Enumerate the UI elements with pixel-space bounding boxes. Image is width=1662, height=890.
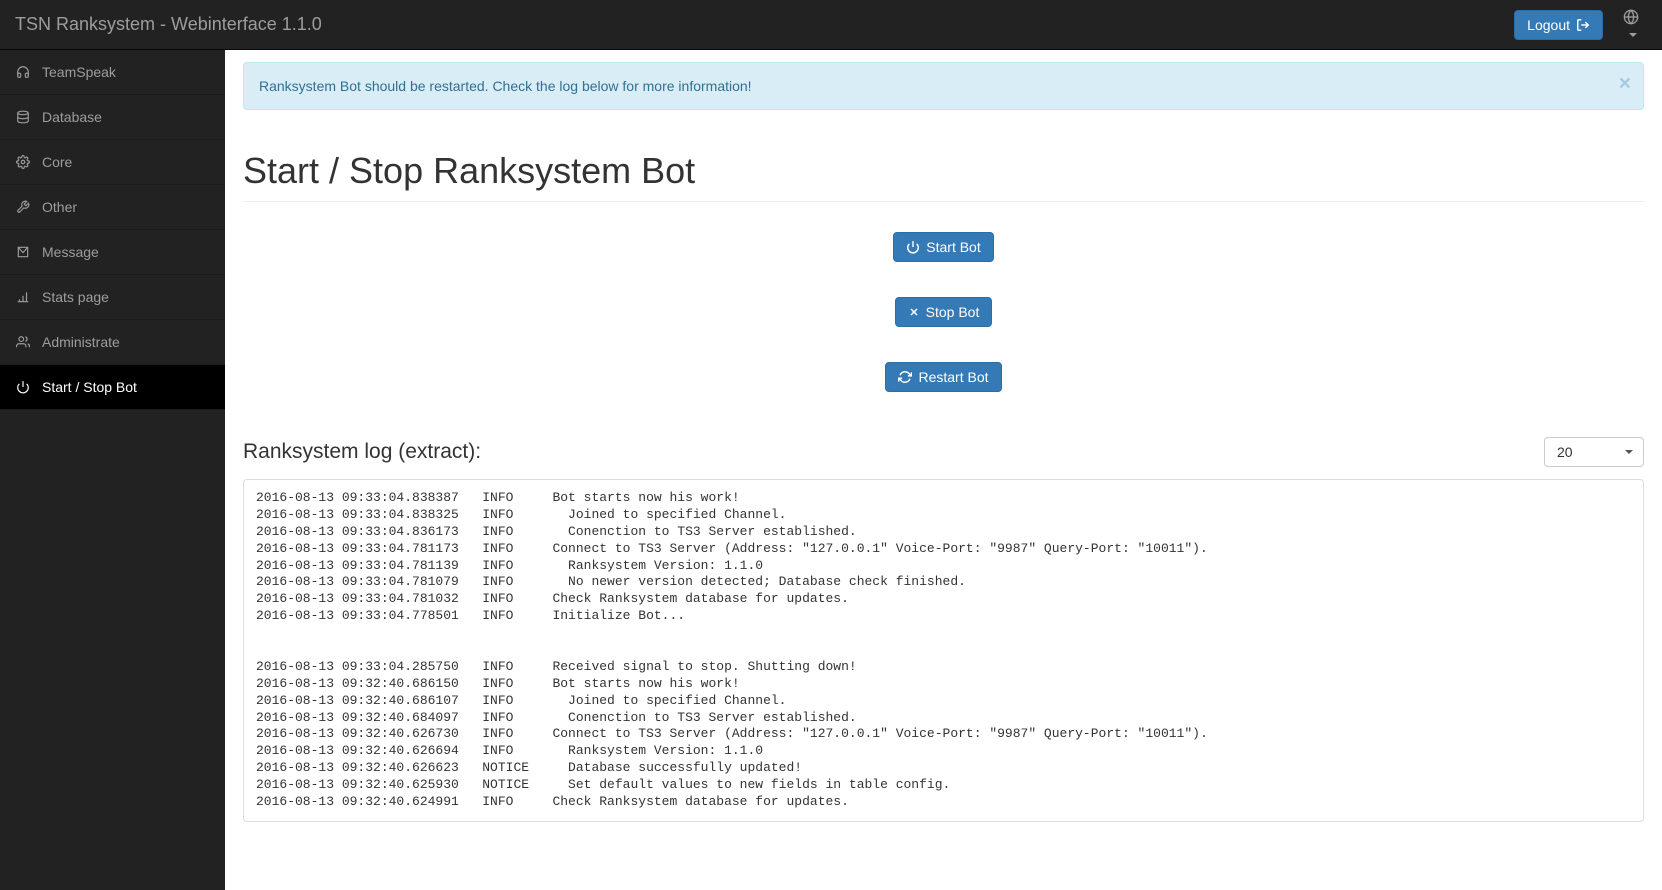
main-content: Ranksystem Bot should be restarted. Chec… — [225, 50, 1662, 890]
envelope-icon — [16, 245, 32, 259]
wrench-icon — [16, 200, 32, 214]
stop-bot-label: Stop Bot — [926, 304, 980, 320]
sidebar-item-label: Core — [42, 154, 72, 170]
close-icon — [908, 306, 920, 318]
sidebar-item-database[interactable]: Database — [0, 95, 225, 140]
stop-bot-button[interactable]: Stop Bot — [895, 297, 993, 327]
sidebar-item-message[interactable]: Message — [0, 230, 225, 275]
sidebar-item-label: TeamSpeak — [42, 64, 116, 80]
log-panel: 2016-08-13 09:33:04.838387 INFO Bot star… — [243, 479, 1644, 822]
sidebar-item-administrate[interactable]: Administrate — [0, 320, 225, 365]
log-header: Ranksystem log (extract): 20 — [243, 437, 1644, 467]
cogs-icon — [16, 155, 32, 169]
alert-text: Ranksystem Bot should be restarted. Chec… — [259, 78, 752, 94]
sidebar-item-other[interactable]: Other — [0, 185, 225, 230]
start-bot-button[interactable]: Start Bot — [893, 232, 993, 262]
sidebar-item-stats[interactable]: Stats page — [0, 275, 225, 320]
navbar-right: Logout — [1514, 3, 1647, 46]
sidebar-item-core[interactable]: Core — [0, 140, 225, 185]
sidebar-item-label: Message — [42, 244, 99, 260]
sidebar-item-label: Administrate — [42, 334, 120, 350]
navbar: TSN Ranksystem - Webinterface 1.1.0 Logo… — [0, 0, 1662, 50]
sidebar-item-label: Start / Stop Bot — [42, 379, 137, 395]
alert-close-button[interactable]: × — [1619, 73, 1631, 94]
restart-bot-label: Restart Bot — [918, 369, 988, 385]
alert-info: Ranksystem Bot should be restarted. Chec… — [243, 62, 1644, 110]
headphones-icon — [16, 65, 32, 79]
users-icon — [16, 335, 32, 349]
logout-icon — [1576, 18, 1590, 32]
sidebar-item-teamspeak[interactable]: TeamSpeak — [0, 50, 225, 95]
language-dropdown[interactable] — [1615, 3, 1647, 46]
log-output: 2016-08-13 09:33:04.838387 INFO Bot star… — [256, 490, 1631, 811]
sidebar-item-startstop[interactable]: Start / Stop Bot — [0, 365, 225, 410]
restart-bot-button[interactable]: Restart Bot — [885, 362, 1001, 392]
sidebar: TeamSpeak Database Core Other Message — [0, 50, 225, 890]
log-title: Ranksystem log (extract): — [243, 440, 481, 464]
page-title: Start / Stop Ranksystem Bot — [243, 150, 1644, 202]
log-count-select[interactable]: 20 — [1544, 437, 1644, 467]
barchart-icon — [16, 290, 32, 304]
refresh-icon — [898, 370, 912, 384]
globe-icon — [1623, 9, 1639, 25]
sidebar-item-label: Stats page — [42, 289, 109, 305]
navbar-brand: TSN Ranksystem - Webinterface 1.1.0 — [15, 14, 322, 35]
close-icon: × — [1619, 72, 1631, 95]
power-icon — [16, 380, 32, 394]
start-bot-label: Start Bot — [926, 239, 980, 255]
caret-down-icon — [1625, 450, 1633, 454]
database-icon — [16, 110, 32, 124]
sidebar-item-label: Database — [42, 109, 102, 125]
caret-down-icon — [1629, 33, 1637, 37]
power-icon — [906, 240, 920, 254]
bot-button-group: Start Bot Stop Bot Restart Bot — [243, 232, 1644, 392]
sidebar-item-label: Other — [42, 199, 77, 215]
logout-button[interactable]: Logout — [1514, 10, 1603, 40]
log-count-value: 20 — [1557, 444, 1573, 460]
logout-label: Logout — [1527, 17, 1570, 33]
